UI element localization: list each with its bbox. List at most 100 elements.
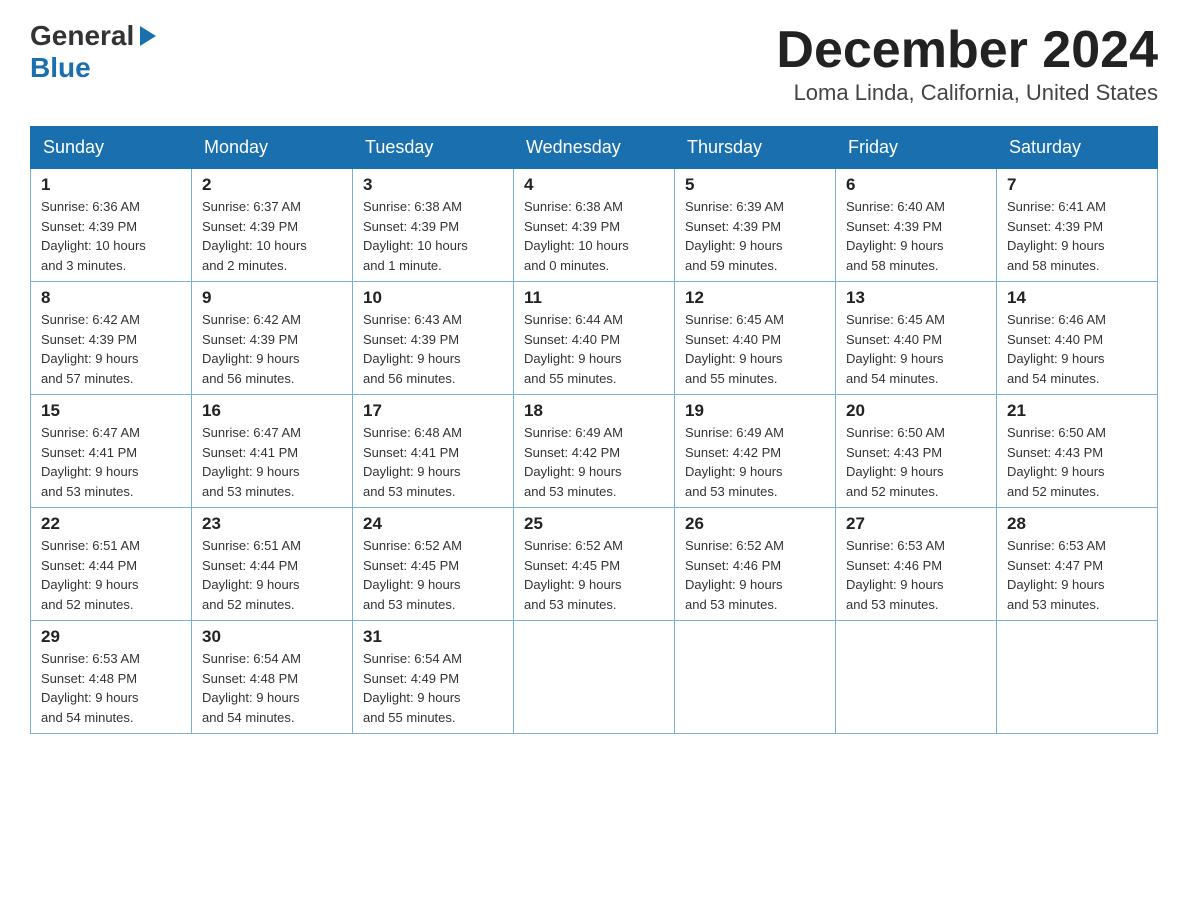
day-info: Sunrise: 6:49 AM Sunset: 4:42 PM Dayligh… (685, 423, 825, 501)
day-number: 17 (363, 401, 503, 421)
day-info: Sunrise: 6:44 AM Sunset: 4:40 PM Dayligh… (524, 310, 664, 388)
day-cell: 20Sunrise: 6:50 AM Sunset: 4:43 PM Dayli… (836, 395, 997, 508)
day-cell: 19Sunrise: 6:49 AM Sunset: 4:42 PM Dayli… (675, 395, 836, 508)
day-number: 8 (41, 288, 181, 308)
day-cell: 1Sunrise: 6:36 AM Sunset: 4:39 PM Daylig… (31, 169, 192, 282)
week-row-2: 8Sunrise: 6:42 AM Sunset: 4:39 PM Daylig… (31, 282, 1158, 395)
day-cell (997, 621, 1158, 734)
day-cell: 31Sunrise: 6:54 AM Sunset: 4:49 PM Dayli… (353, 621, 514, 734)
weekday-header-wednesday: Wednesday (514, 127, 675, 169)
day-info: Sunrise: 6:52 AM Sunset: 4:46 PM Dayligh… (685, 536, 825, 614)
day-info: Sunrise: 6:37 AM Sunset: 4:39 PM Dayligh… (202, 197, 342, 275)
day-info: Sunrise: 6:52 AM Sunset: 4:45 PM Dayligh… (363, 536, 503, 614)
day-info: Sunrise: 6:45 AM Sunset: 4:40 PM Dayligh… (846, 310, 986, 388)
day-info: Sunrise: 6:53 AM Sunset: 4:48 PM Dayligh… (41, 649, 181, 727)
day-cell: 24Sunrise: 6:52 AM Sunset: 4:45 PM Dayli… (353, 508, 514, 621)
day-info: Sunrise: 6:47 AM Sunset: 4:41 PM Dayligh… (41, 423, 181, 501)
day-info: Sunrise: 6:51 AM Sunset: 4:44 PM Dayligh… (41, 536, 181, 614)
day-number: 26 (685, 514, 825, 534)
day-cell: 18Sunrise: 6:49 AM Sunset: 4:42 PM Dayli… (514, 395, 675, 508)
day-number: 1 (41, 175, 181, 195)
day-info: Sunrise: 6:42 AM Sunset: 4:39 PM Dayligh… (41, 310, 181, 388)
day-cell: 26Sunrise: 6:52 AM Sunset: 4:46 PM Dayli… (675, 508, 836, 621)
day-info: Sunrise: 6:41 AM Sunset: 4:39 PM Dayligh… (1007, 197, 1147, 275)
day-cell: 23Sunrise: 6:51 AM Sunset: 4:44 PM Dayli… (192, 508, 353, 621)
day-cell: 8Sunrise: 6:42 AM Sunset: 4:39 PM Daylig… (31, 282, 192, 395)
day-cell: 29Sunrise: 6:53 AM Sunset: 4:48 PM Dayli… (31, 621, 192, 734)
day-number: 21 (1007, 401, 1147, 421)
logo-arrow-icon (140, 26, 156, 46)
day-info: Sunrise: 6:54 AM Sunset: 4:48 PM Dayligh… (202, 649, 342, 727)
day-cell: 16Sunrise: 6:47 AM Sunset: 4:41 PM Dayli… (192, 395, 353, 508)
day-cell: 28Sunrise: 6:53 AM Sunset: 4:47 PM Dayli… (997, 508, 1158, 621)
day-number: 14 (1007, 288, 1147, 308)
day-cell: 5Sunrise: 6:39 AM Sunset: 4:39 PM Daylig… (675, 169, 836, 282)
day-info: Sunrise: 6:46 AM Sunset: 4:40 PM Dayligh… (1007, 310, 1147, 388)
day-info: Sunrise: 6:53 AM Sunset: 4:46 PM Dayligh… (846, 536, 986, 614)
day-cell: 21Sunrise: 6:50 AM Sunset: 4:43 PM Dayli… (997, 395, 1158, 508)
day-number: 7 (1007, 175, 1147, 195)
title-section: December 2024 Loma Linda, California, Un… (776, 20, 1158, 106)
day-info: Sunrise: 6:36 AM Sunset: 4:39 PM Dayligh… (41, 197, 181, 275)
day-info: Sunrise: 6:40 AM Sunset: 4:39 PM Dayligh… (846, 197, 986, 275)
logo: General Blue (30, 20, 156, 84)
day-number: 11 (524, 288, 664, 308)
day-number: 20 (846, 401, 986, 421)
day-info: Sunrise: 6:53 AM Sunset: 4:47 PM Dayligh… (1007, 536, 1147, 614)
day-number: 23 (202, 514, 342, 534)
week-row-5: 29Sunrise: 6:53 AM Sunset: 4:48 PM Dayli… (31, 621, 1158, 734)
day-info: Sunrise: 6:50 AM Sunset: 4:43 PM Dayligh… (846, 423, 986, 501)
day-number: 6 (846, 175, 986, 195)
day-number: 30 (202, 627, 342, 647)
weekday-header-thursday: Thursday (675, 127, 836, 169)
logo-general-text: General (30, 20, 134, 52)
weekday-header-monday: Monday (192, 127, 353, 169)
day-cell: 30Sunrise: 6:54 AM Sunset: 4:48 PM Dayli… (192, 621, 353, 734)
day-number: 19 (685, 401, 825, 421)
weekday-header-row: SundayMondayTuesdayWednesdayThursdayFrid… (31, 127, 1158, 169)
day-number: 18 (524, 401, 664, 421)
day-info: Sunrise: 6:52 AM Sunset: 4:45 PM Dayligh… (524, 536, 664, 614)
day-number: 15 (41, 401, 181, 421)
day-info: Sunrise: 6:50 AM Sunset: 4:43 PM Dayligh… (1007, 423, 1147, 501)
weekday-header-saturday: Saturday (997, 127, 1158, 169)
weekday-header-friday: Friday (836, 127, 997, 169)
day-number: 12 (685, 288, 825, 308)
day-number: 13 (846, 288, 986, 308)
day-number: 9 (202, 288, 342, 308)
day-info: Sunrise: 6:48 AM Sunset: 4:41 PM Dayligh… (363, 423, 503, 501)
day-cell (675, 621, 836, 734)
day-info: Sunrise: 6:54 AM Sunset: 4:49 PM Dayligh… (363, 649, 503, 727)
day-info: Sunrise: 6:43 AM Sunset: 4:39 PM Dayligh… (363, 310, 503, 388)
weekday-header-sunday: Sunday (31, 127, 192, 169)
day-number: 22 (41, 514, 181, 534)
logo-blue-text: Blue (30, 52, 91, 84)
day-number: 4 (524, 175, 664, 195)
day-cell: 15Sunrise: 6:47 AM Sunset: 4:41 PM Dayli… (31, 395, 192, 508)
day-number: 24 (363, 514, 503, 534)
day-number: 27 (846, 514, 986, 534)
day-cell: 7Sunrise: 6:41 AM Sunset: 4:39 PM Daylig… (997, 169, 1158, 282)
day-number: 25 (524, 514, 664, 534)
day-cell: 2Sunrise: 6:37 AM Sunset: 4:39 PM Daylig… (192, 169, 353, 282)
weekday-header-tuesday: Tuesday (353, 127, 514, 169)
day-cell: 10Sunrise: 6:43 AM Sunset: 4:39 PM Dayli… (353, 282, 514, 395)
day-cell: 11Sunrise: 6:44 AM Sunset: 4:40 PM Dayli… (514, 282, 675, 395)
day-cell: 4Sunrise: 6:38 AM Sunset: 4:39 PM Daylig… (514, 169, 675, 282)
day-cell: 27Sunrise: 6:53 AM Sunset: 4:46 PM Dayli… (836, 508, 997, 621)
month-title: December 2024 (776, 20, 1158, 80)
day-number: 2 (202, 175, 342, 195)
week-row-4: 22Sunrise: 6:51 AM Sunset: 4:44 PM Dayli… (31, 508, 1158, 621)
day-number: 16 (202, 401, 342, 421)
day-cell: 25Sunrise: 6:52 AM Sunset: 4:45 PM Dayli… (514, 508, 675, 621)
day-number: 5 (685, 175, 825, 195)
location-text: Loma Linda, California, United States (776, 80, 1158, 106)
day-cell: 14Sunrise: 6:46 AM Sunset: 4:40 PM Dayli… (997, 282, 1158, 395)
day-info: Sunrise: 6:38 AM Sunset: 4:39 PM Dayligh… (524, 197, 664, 275)
week-row-3: 15Sunrise: 6:47 AM Sunset: 4:41 PM Dayli… (31, 395, 1158, 508)
day-number: 29 (41, 627, 181, 647)
day-number: 28 (1007, 514, 1147, 534)
day-info: Sunrise: 6:51 AM Sunset: 4:44 PM Dayligh… (202, 536, 342, 614)
day-info: Sunrise: 6:39 AM Sunset: 4:39 PM Dayligh… (685, 197, 825, 275)
day-cell: 9Sunrise: 6:42 AM Sunset: 4:39 PM Daylig… (192, 282, 353, 395)
